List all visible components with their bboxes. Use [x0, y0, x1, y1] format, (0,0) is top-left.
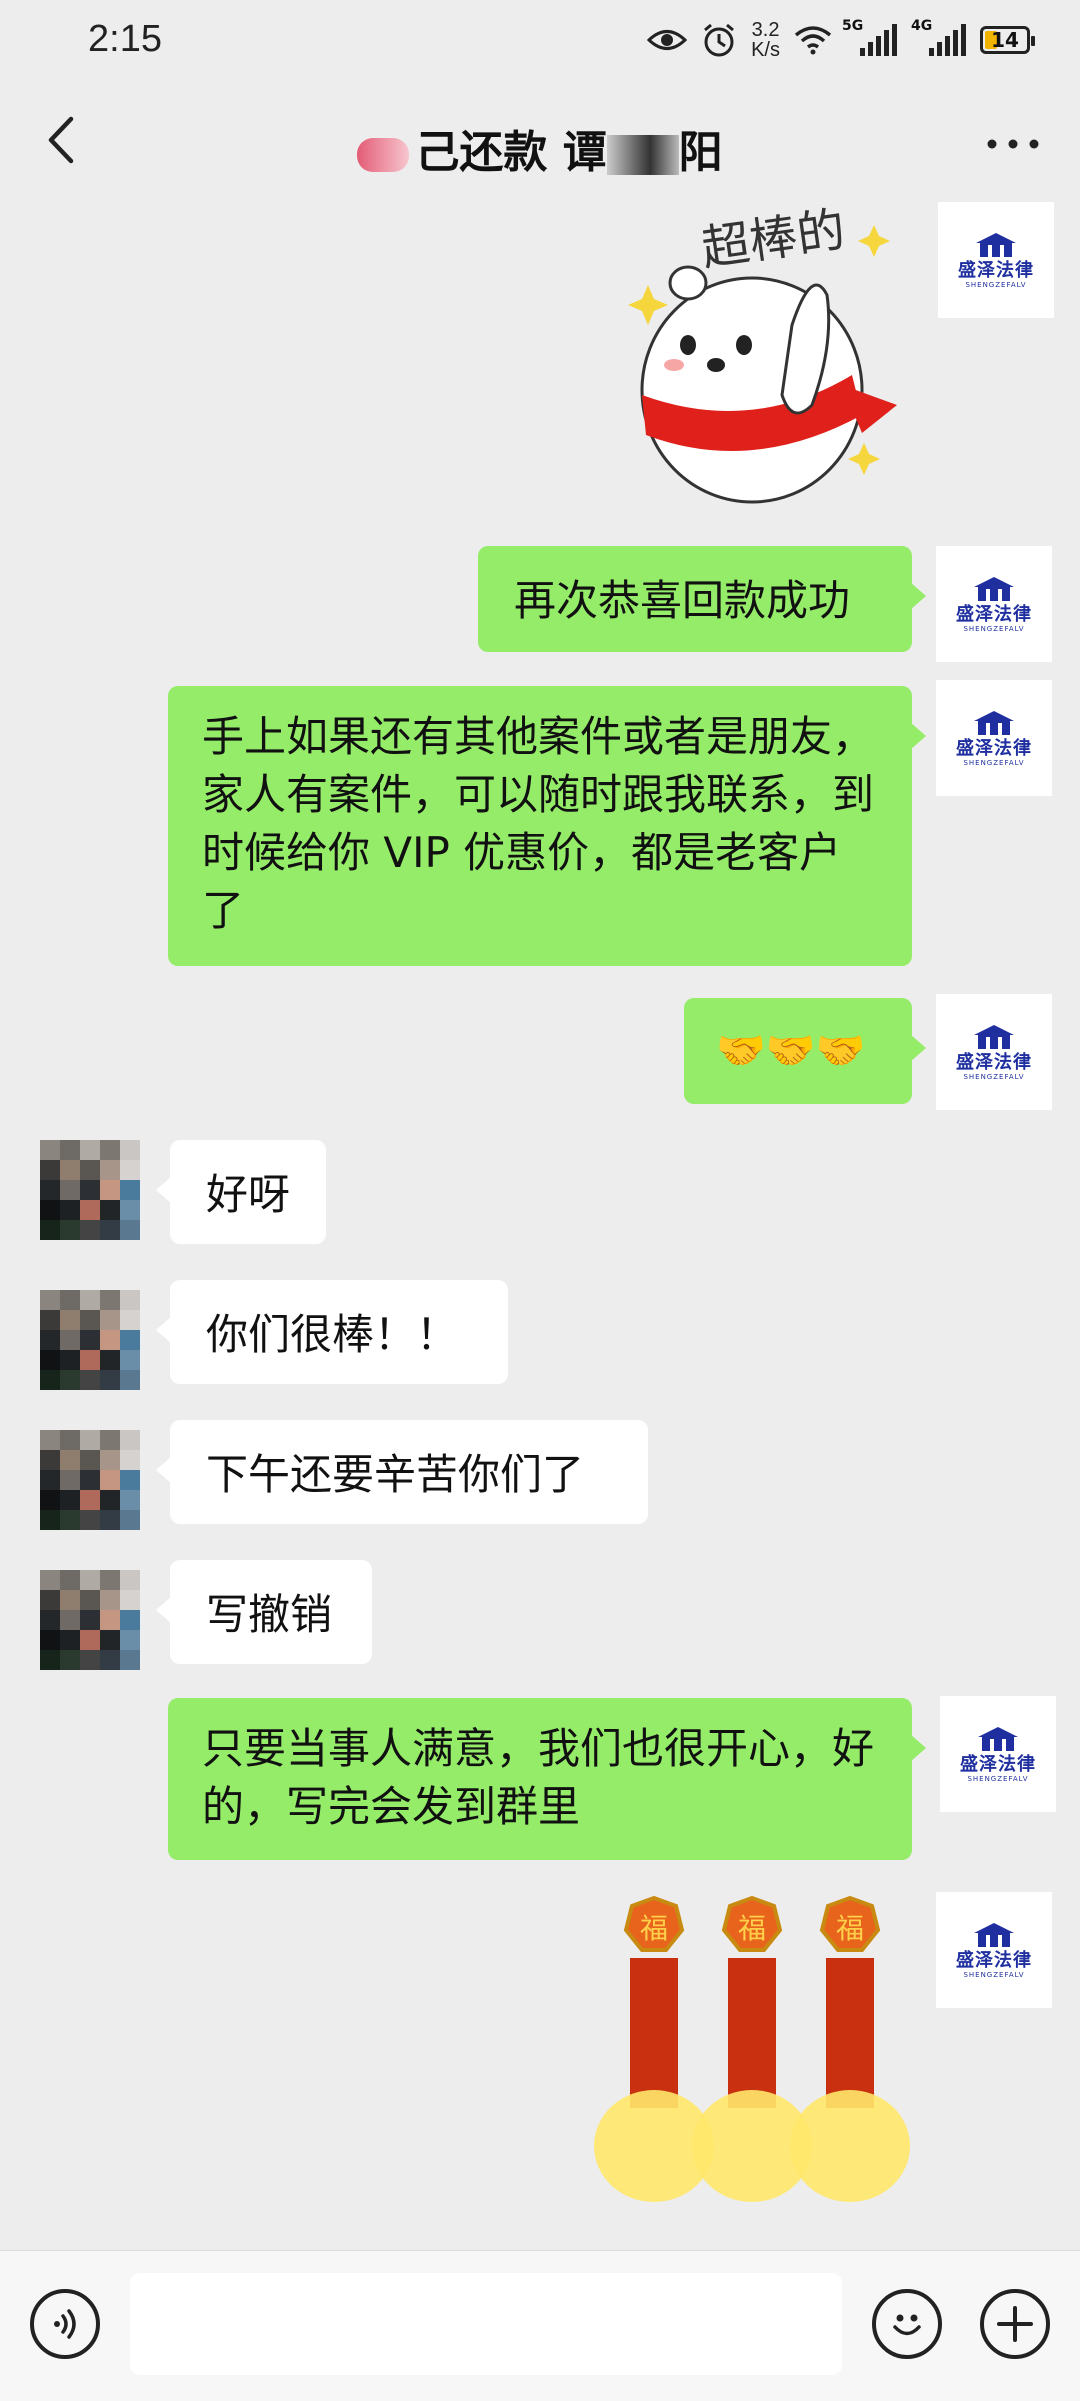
message-text: 手上如果还有其他案件或者是朋友，家人有案件，可以随时跟我联系，到时候给你 VIP… — [202, 712, 875, 935]
contact-avatar[interactable] — [40, 1140, 140, 1240]
alarm-icon — [704, 23, 735, 57]
my-avatar[interactable]: 盛泽法律 SHENGZEFALV — [936, 1892, 1052, 2008]
sticker-message[interactable]: 福 福 福 — [582, 1895, 914, 2216]
plus-icon — [997, 2306, 1033, 2342]
emoji-icon — [893, 2314, 921, 2336]
status-bar: 2:15 3.2 K/s 5G 4G 14 — [0, 0, 1080, 80]
logo-text: 盛泽法律 — [958, 260, 1034, 281]
message-bubble[interactable]: 下午还要辛苦你们了 — [156, 1420, 648, 1524]
message-text: 下午还要辛苦你们了 — [206, 1450, 585, 1499]
network-speed: 3.2 K/s — [751, 20, 780, 60]
battery-icon: 14 — [980, 26, 1035, 54]
my-avatar[interactable]: 盛泽法律 SHENGZEFALV — [936, 546, 1052, 662]
redacted-mark — [606, 135, 679, 175]
message-text: 你们很棒！！ — [206, 1310, 459, 1359]
network-speed-unit: K/s — [751, 39, 780, 61]
logo-building-icon — [974, 711, 1014, 735]
contact-avatar[interactable] — [40, 1430, 140, 1530]
chat-header: 己还款 谭 阳 — [0, 80, 1080, 206]
status-icons: 3.2 K/s 5G 4G 14 — [647, 18, 1035, 62]
signal-4g-icon: 4G — [911, 18, 966, 56]
message-bubble[interactable]: 手上如果还有其他案件或者是朋友，家人有案件，可以随时跟我联系，到时候给你 VIP… — [168, 686, 926, 966]
message-text: 只要当事人满意，我们也很开心，好的，写完会发到群里 — [202, 1724, 875, 1831]
message-input[interactable] — [130, 2273, 842, 2375]
logo-subtext: SHENGZEFALV — [963, 625, 1025, 633]
logo-text: 盛泽法律 — [960, 1754, 1036, 1775]
signal-4g-label: 4G — [911, 18, 933, 34]
redacted-mark — [357, 138, 410, 172]
voice-input-button[interactable] — [30, 2289, 100, 2359]
message-bubble[interactable]: 写撤销 — [156, 1560, 372, 1664]
emoji-button[interactable] — [872, 2289, 942, 2359]
message-bubble[interactable]: 再次恭喜回款成功 — [478, 546, 926, 652]
logo-text: 盛泽法律 — [956, 604, 1032, 625]
logo-text: 盛泽法律 — [956, 1950, 1032, 1971]
sticker-caption: 超棒的 — [698, 205, 848, 277]
contact-avatar[interactable] — [40, 1570, 140, 1670]
message-bubble[interactable]: 好呀 — [156, 1140, 326, 1244]
contact-avatar[interactable] — [40, 1290, 140, 1390]
message-text: 再次恭喜回款成功 — [514, 576, 851, 625]
more-functions-button[interactable] — [980, 2289, 1050, 2359]
fu-character: 福 — [836, 1912, 864, 1945]
chat-title: 己还款 谭 阳 — [0, 116, 1080, 180]
logo-subtext: SHENGZEFALV — [963, 1971, 1025, 1979]
logo-subtext: SHENGZEFALV — [963, 759, 1025, 767]
logo-subtext: SHENGZEFALV — [967, 1775, 1029, 1783]
sticker-message[interactable]: 超棒的 — [612, 202, 902, 505]
my-avatar[interactable]: 盛泽法律 SHENGZEFALV — [940, 1696, 1056, 1812]
logo-text: 盛泽法律 — [956, 738, 1032, 759]
message-text: 好呀 — [206, 1170, 291, 1219]
firecracker-sticker-icon: 福 福 福 — [594, 1895, 910, 2202]
fu-character: 福 — [640, 1912, 668, 1945]
network-speed-value: 3.2 — [751, 19, 780, 41]
logo-text: 盛泽法律 — [956, 1052, 1032, 1073]
message-bubble[interactable]: 只要当事人满意，我们也很开心，好的，写完会发到群里 — [168, 1698, 926, 1860]
voice-icon — [54, 2309, 76, 2339]
fu-character: 福 — [738, 1912, 766, 1945]
clock: 2:15 — [88, 18, 162, 60]
message-bubble[interactable]: 🤝🤝🤝 — [684, 998, 926, 1104]
more-options-button[interactable] — [978, 124, 1048, 164]
message-bubble[interactable]: 你们很棒！！ — [156, 1280, 508, 1384]
logo-subtext: SHENGZEFALV — [965, 281, 1027, 289]
more-dots-icon — [987, 139, 1039, 149]
signal-5g-label: 5G — [842, 18, 864, 34]
firecracker-string: 福 — [790, 1895, 910, 2202]
signal-5g-icon: 5G — [842, 18, 897, 56]
my-avatar[interactable]: 盛泽法律 SHENGZEFALV — [936, 680, 1052, 796]
chat-title-text: 己还款 谭 — [415, 127, 607, 178]
logo-building-icon — [978, 1727, 1018, 1751]
message-text: 写撤销 — [206, 1590, 333, 1639]
input-toolbar — [0, 2250, 1080, 2401]
logo-building-icon — [974, 577, 1014, 601]
battery-level: 14 — [991, 28, 1019, 52]
handshake-emoji-text: 🤝🤝🤝 — [716, 1028, 866, 1074]
my-avatar[interactable]: 盛泽法律 SHENGZEFALV — [936, 994, 1052, 1110]
wifi-icon — [794, 26, 832, 55]
chat-title-suffix: 阳 — [678, 127, 723, 178]
eye-icon — [647, 30, 688, 50]
logo-subtext: SHENGZEFALV — [963, 1073, 1025, 1081]
bear-sticker-icon: 超棒的 — [628, 202, 897, 504]
my-avatar[interactable]: 盛泽法律 SHENGZEFALV — [938, 202, 1054, 318]
logo-building-icon — [976, 233, 1016, 257]
logo-building-icon — [974, 1923, 1014, 1947]
logo-building-icon — [974, 1025, 1014, 1049]
